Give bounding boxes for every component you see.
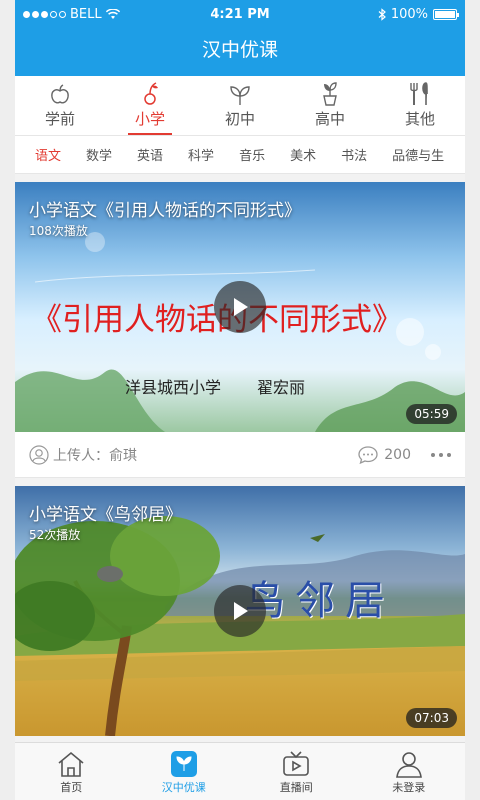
- subject-tab-math[interactable]: 数学: [66, 145, 112, 164]
- tab-label: 未登录: [392, 781, 426, 794]
- level-label: 其他: [404, 110, 435, 128]
- video-title: 小学语文《引用人物话的不同形式》: [29, 201, 301, 221]
- level-label: 初中: [224, 110, 255, 128]
- level-tab-preschool[interactable]: 学前: [15, 76, 105, 135]
- level-tab-other[interactable]: 其他: [375, 76, 465, 135]
- potted-plant-icon: [323, 82, 337, 106]
- level-tabs: 学前 小学 初中 高中 其他: [15, 76, 465, 136]
- battery-percent: 100%: [390, 7, 428, 22]
- subject-tab-music[interactable]: 音乐: [219, 145, 265, 164]
- page-title: 汉中优课: [15, 30, 465, 76]
- comment-icon: [358, 445, 378, 464]
- comment-count: 200: [384, 446, 411, 463]
- app-logo-icon: [170, 751, 197, 777]
- level-tab-primary[interactable]: 小学: [105, 76, 195, 135]
- sprout-icon: [230, 86, 250, 105]
- uploader-name: 上传人：俞琪: [53, 447, 137, 464]
- status-right: 100%: [378, 7, 459, 22]
- video-thumbnail[interactable]: 《引用人物话的不同形式》 洋县城西小学翟宏丽 小学语文《引用人物话的不同形式》 …: [15, 182, 465, 432]
- tab-login[interactable]: 未登录: [353, 743, 466, 800]
- level-label: 高中: [314, 110, 345, 128]
- cherry-icon: [144, 82, 158, 105]
- play-count: 52次播放: [29, 528, 81, 542]
- play-icon: [234, 298, 248, 316]
- thumbnail-teacher: 翟宏丽: [257, 378, 306, 397]
- home-icon: [58, 751, 84, 777]
- play-button[interactable]: [214, 281, 266, 333]
- tab-hanzhong-youke[interactable]: 汉中优课: [128, 743, 241, 800]
- subject-tab-calligraphy[interactable]: 书法: [321, 145, 367, 164]
- status-bar: BELL 4:21 PM 100%: [15, 0, 465, 30]
- tab-live-room[interactable]: 直播间: [240, 743, 353, 800]
- level-tab-junior-high[interactable]: 初中: [195, 76, 285, 135]
- bottom-tab-bar: 首页 汉中优课 直播间 未登录: [15, 742, 465, 800]
- apple-icon: [51, 84, 69, 104]
- tab-label: 首页: [60, 781, 83, 794]
- video-meta: 上传人：俞琪 200: [15, 432, 465, 478]
- subject-tab-art[interactable]: 美术: [270, 145, 316, 164]
- play-icon: [234, 602, 248, 620]
- user-icon: [29, 444, 49, 465]
- level-label: 学前: [44, 110, 75, 128]
- thumbnail-credit: 洋县城西小学 翟宏丽: [125, 374, 305, 398]
- user-icon: [395, 752, 422, 778]
- video-duration: 07:03: [406, 708, 457, 728]
- play-count: 108次播放: [29, 224, 88, 238]
- tab-home[interactable]: 首页: [15, 743, 128, 800]
- battery-icon: [433, 9, 459, 20]
- play-button[interactable]: [214, 585, 266, 637]
- subject-tab-chinese[interactable]: 语文: [15, 145, 61, 164]
- thumbnail-school: 洋县城西小学: [125, 378, 222, 397]
- comments-button[interactable]: 200: [357, 445, 411, 465]
- video-duration: 05:59: [406, 404, 457, 424]
- tab-label: 汉中优课: [161, 781, 206, 794]
- tv-icon: [283, 751, 310, 776]
- subject-tabs: 语文 数学 英语 科学 音乐 美术 书法 品德与生: [15, 136, 465, 174]
- thumbnail-title: 鸟邻居: [245, 578, 395, 624]
- video-card: 鸟邻居 小学语文《鸟邻居》 52次播放 07:03: [15, 486, 465, 736]
- level-label: 小学: [134, 110, 165, 128]
- subject-tab-english[interactable]: 英语: [117, 145, 163, 164]
- app-screen: BELL 4:21 PM 100% 汉中优课 学前 小学 初中 高中 其他 语文…: [15, 0, 465, 800]
- video-card: 《引用人物话的不同形式》 洋县城西小学翟宏丽 小学语文《引用人物话的不同形式》 …: [15, 182, 465, 478]
- subject-tab-science[interactable]: 科学: [168, 145, 214, 164]
- subject-tab-ethics[interactable]: 品德与生: [372, 145, 444, 164]
- bluetooth-icon: [378, 8, 386, 21]
- uploader: 上传人：俞琪: [29, 444, 137, 465]
- video-thumbnail[interactable]: 鸟邻居 小学语文《鸟邻居》 52次播放 07:03: [15, 486, 465, 736]
- more-options-icon[interactable]: [431, 452, 451, 457]
- tab-label: 直播间: [279, 781, 313, 794]
- utensils-icon: [410, 82, 428, 105]
- level-tab-senior-high[interactable]: 高中: [285, 76, 375, 135]
- video-title: 小学语文《鸟邻居》: [29, 505, 182, 525]
